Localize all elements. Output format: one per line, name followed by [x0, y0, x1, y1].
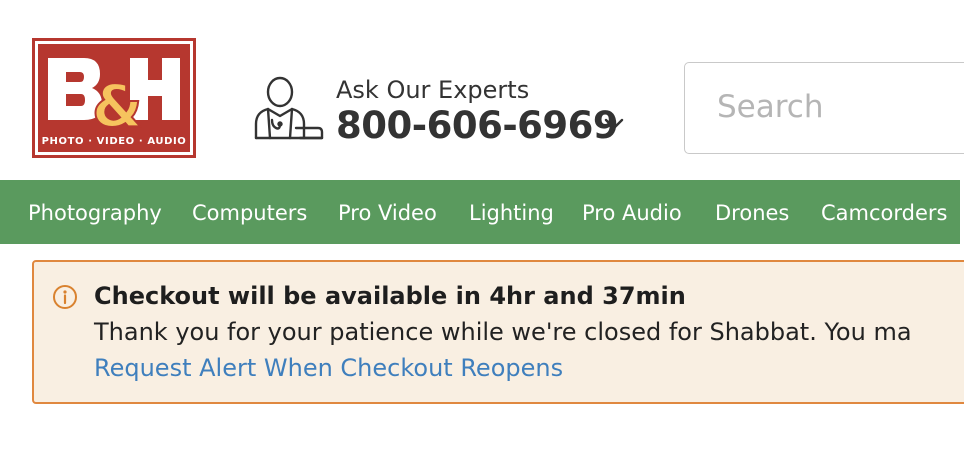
info-icon: [53, 285, 77, 309]
notice-title: Checkout will be available in 4hr and 37…: [94, 282, 686, 310]
search-box[interactable]: [684, 62, 964, 154]
nav-item-photography[interactable]: Photography: [28, 180, 162, 244]
search-input[interactable]: [717, 85, 957, 129]
nav-divider: [960, 180, 964, 244]
nav-item-lighting[interactable]: Lighting: [469, 180, 554, 244]
svg-text:&: &: [92, 72, 143, 140]
category-nav: Photography Computers Pro Video Lighting…: [0, 180, 964, 244]
logo-tagline: PHOTO · VIDEO · AUDIO: [41, 136, 187, 147]
nav-item-pro-audio[interactable]: Pro Audio: [582, 180, 682, 244]
nav-item-drones[interactable]: Drones: [715, 180, 789, 244]
chevron-down-icon[interactable]: [602, 114, 626, 134]
bh-logo[interactable]: & PHOTO · VIDEO · AUDIO: [32, 38, 196, 158]
checkout-closed-notice: Checkout will be available in 4hr and 37…: [32, 260, 964, 404]
experts-phone-number[interactable]: 800-606-6969: [336, 104, 619, 147]
nav-item-camcorders[interactable]: Camcorders: [821, 180, 947, 244]
logo-mark: & PHOTO · VIDEO · AUDIO: [38, 44, 190, 152]
request-alert-link[interactable]: Request Alert When Checkout Reopens: [94, 354, 563, 382]
nav-item-pro-video[interactable]: Pro Video: [338, 180, 437, 244]
experts-title: Ask Our Experts: [336, 76, 530, 104]
nav-item-computers[interactable]: Computers: [192, 180, 307, 244]
notice-message: Thank you for your patience while we're …: [94, 318, 912, 346]
page: & PHOTO · VIDEO · AUDIO Ask Our Experts …: [0, 0, 964, 456]
support-agent-icon: [254, 76, 324, 140]
